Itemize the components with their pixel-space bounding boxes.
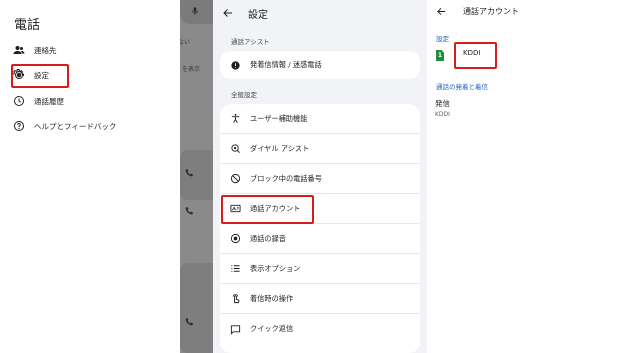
settings-item-incoming-call-gestures[interactable]: 着信時の操作 — [220, 284, 420, 314]
section-header-calls: 通話の発着と着信 — [436, 83, 488, 91]
history-icon — [14, 96, 24, 106]
settings-title: 設定 — [248, 9, 268, 21]
settings-item-quick-responses[interactable]: クイック返信 — [220, 314, 420, 344]
section-header-general: 全般設定 — [231, 91, 257, 99]
section-header-call-assist: 通話アシスト — [231, 38, 270, 46]
help-icon — [14, 121, 24, 131]
mic-icon — [192, 7, 198, 15]
settings-item-label: ブロック中の電話番号 — [250, 173, 322, 183]
settings-header: 設定 — [213, 0, 427, 26]
drawer-item-call-history[interactable]: 通話履歴 — [10, 89, 170, 113]
highlight-box-settings — [11, 64, 69, 88]
drawer-panel: 電話 連絡先 設定 通話履歴 ヘルプとフィードバック ない を表示 — [0, 0, 213, 353]
settings-item-call-recording[interactable]: 通話の録音 — [220, 224, 420, 254]
accessibility-icon — [231, 113, 240, 123]
block-icon — [230, 173, 241, 184]
settings-item-label: 発着信情報 / 迷惑電話 — [250, 60, 322, 69]
settings-item-blocked-numbers[interactable]: ブロック中の電話番号 — [220, 164, 420, 194]
dimmed-card — [180, 263, 213, 353]
drawer-title: 電話 — [14, 18, 41, 33]
settings-item-label: ダイヤル アシスト — [250, 143, 310, 153]
settings-item-label: 通話の録音 — [250, 233, 286, 243]
navigation-drawer: 電話 連絡先 設定 通話履歴 ヘルプとフィードバック — [0, 0, 180, 353]
sim-number: 1 — [437, 52, 443, 59]
drawer-item-help[interactable]: ヘルプとフィードバック — [10, 114, 170, 138]
drawer-item-label: 連絡先 — [34, 45, 57, 55]
dimmed-text: ない — [180, 39, 191, 46]
settings-item-label: 着信時の操作 — [250, 293, 294, 303]
drawer-item-label: 通話履歴 — [34, 96, 64, 106]
settings-item-accessibility[interactable]: ユーザー補助機能 — [220, 104, 420, 134]
settings-item-label: ユーザー補助機能 — [250, 113, 308, 123]
gesture-icon — [232, 294, 240, 304]
calling-account-title: 通話アカウント — [463, 6, 519, 16]
sim-card-icon: 1 — [436, 50, 444, 61]
dimmed-text: を表示 — [182, 66, 201, 73]
contacts-icon — [13, 46, 25, 54]
section-header-settings: 設定 — [436, 35, 449, 43]
settings-item-dial-assist[interactable]: ダイヤル アシスト — [220, 134, 420, 164]
quick-reply-icon — [230, 324, 241, 335]
outgoing-account-value: KDDI — [435, 111, 450, 118]
highlight-box-kddi — [454, 42, 497, 69]
back-arrow-icon[interactable] — [222, 7, 234, 19]
drawer-item-contacts[interactable]: 連絡先 — [10, 38, 170, 62]
outgoing-account-title[interactable]: 発信 — [435, 98, 450, 109]
settings-item-label: クイック返信 — [250, 324, 294, 333]
settings-item-caller-id-spam[interactable]: 発着信情報 / 迷惑電話 — [220, 50, 420, 80]
dial-assist-icon — [231, 144, 240, 153]
back-arrow-icon[interactable] — [436, 6, 447, 17]
spam-check-icon — [231, 60, 240, 70]
phone-icon — [185, 207, 193, 215]
highlight-box-calling-accounts — [221, 195, 314, 224]
calling-account-header: 通話アカウント — [427, 0, 640, 22]
settings-panel: 設定 通話アシスト 発着信情報 / 迷惑電話 全般設定 ユーザー補助機能 ダイヤ… — [213, 0, 427, 353]
record-icon — [230, 233, 241, 244]
phone-icon — [185, 318, 193, 326]
settings-item-label: 表示オプション — [250, 263, 301, 273]
dimmed-background-app: ない を表示 — [180, 0, 213, 353]
drawer-item-label: ヘルプとフィードバック — [34, 121, 117, 131]
list-icon — [231, 265, 240, 272]
settings-item-display-options[interactable]: 表示オプション — [220, 254, 420, 284]
phone-icon — [185, 169, 193, 177]
